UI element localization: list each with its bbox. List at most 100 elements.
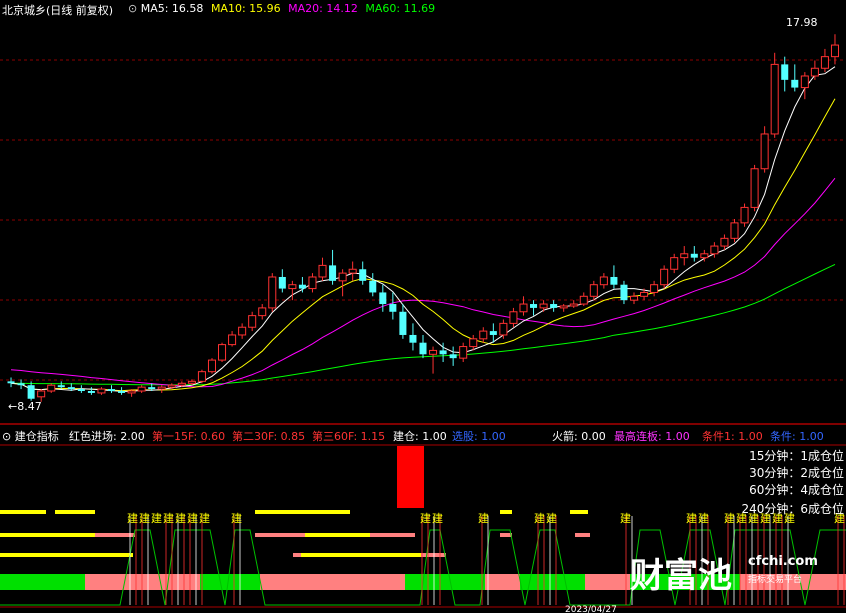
band-pink bbox=[260, 574, 405, 590]
candle bbox=[369, 273, 377, 297]
candle-body bbox=[127, 390, 136, 394]
candle-body bbox=[157, 386, 166, 390]
signal-bar bbox=[55, 510, 95, 514]
candle bbox=[87, 387, 95, 395]
candle bbox=[559, 304, 568, 312]
candle bbox=[720, 234, 729, 250]
candle-body bbox=[288, 284, 297, 290]
candle-body bbox=[298, 284, 306, 289]
candle bbox=[268, 273, 277, 312]
signal-label: 建 bbox=[686, 511, 697, 525]
legend-icon[interactable]: ⊙ bbox=[128, 2, 137, 15]
candle-body bbox=[569, 303, 578, 307]
signal-label: 建 bbox=[620, 511, 631, 525]
candle bbox=[459, 342, 468, 363]
candle bbox=[7, 377, 15, 388]
candle bbox=[820, 48, 829, 73]
candle-body bbox=[479, 330, 488, 340]
candle bbox=[740, 203, 749, 227]
indicator-value-2: 第二30F: 0.85 bbox=[232, 430, 306, 443]
candlesticks bbox=[7, 34, 839, 402]
price-high-label: 17.98 bbox=[786, 16, 818, 29]
candle-body bbox=[680, 253, 689, 259]
candle bbox=[429, 346, 438, 374]
signal-bar bbox=[421, 553, 446, 557]
candle-body bbox=[720, 237, 729, 247]
signal-bar bbox=[0, 533, 95, 537]
indicator-value-5: 选股: 1.00 bbox=[452, 430, 506, 443]
signal-bar bbox=[0, 510, 46, 514]
stock-chart: 建建建建建建建建建建建建建建建建建建建建建建建 2023/04/27 bbox=[0, 34, 846, 613]
candle-body bbox=[409, 334, 417, 343]
candle-body bbox=[781, 64, 789, 80]
signal-markers bbox=[129, 516, 845, 605]
signal-bar bbox=[95, 533, 135, 537]
signal-bar bbox=[293, 553, 301, 557]
indicator-value-0: 红色进场: 2.00 bbox=[69, 430, 145, 443]
candle-body bbox=[419, 342, 427, 355]
candle-body bbox=[379, 292, 387, 305]
indicator-name: 建仓指标 bbox=[14, 430, 59, 443]
band-pink bbox=[85, 574, 200, 590]
candle-body bbox=[228, 334, 237, 346]
candle-body bbox=[519, 303, 528, 313]
signal-bar bbox=[0, 553, 133, 557]
candle-body bbox=[489, 331, 497, 335]
candle-body bbox=[238, 326, 247, 336]
signal-label: 建 bbox=[231, 511, 242, 525]
candle-body bbox=[7, 381, 15, 384]
candle bbox=[207, 358, 217, 374]
candle bbox=[97, 387, 106, 395]
candle bbox=[419, 334, 427, 359]
candle bbox=[629, 292, 639, 305]
indicator-value-8: 条件1: 1.00 bbox=[702, 430, 763, 443]
candle-body bbox=[610, 276, 618, 285]
legend-ma60: MA60: 11.69 bbox=[365, 2, 436, 15]
candle bbox=[399, 304, 407, 339]
candle bbox=[670, 253, 679, 274]
indicator-icon[interactable]: ⊙ bbox=[2, 430, 11, 443]
watermark-logo: 财富池 bbox=[630, 556, 732, 596]
signal-bar bbox=[575, 533, 590, 537]
candle-body bbox=[660, 268, 669, 286]
position-label-30m: 30分钟：2成仓位 bbox=[749, 466, 844, 480]
candle-body bbox=[118, 391, 126, 393]
candle-body bbox=[167, 384, 176, 388]
candle-body bbox=[670, 257, 679, 270]
signal-labels: 建建建建建建建建建建建建建建建建建建建建建建建 bbox=[127, 511, 845, 525]
candle bbox=[569, 300, 578, 308]
candle-body bbox=[37, 390, 46, 398]
candle bbox=[228, 331, 237, 347]
candle bbox=[539, 300, 548, 312]
candle bbox=[509, 307, 518, 328]
candle bbox=[409, 323, 417, 351]
position-label-15m: 15分钟：1成仓位 bbox=[749, 449, 844, 463]
candle-body bbox=[399, 311, 407, 335]
candle bbox=[599, 273, 608, 289]
candle-body bbox=[539, 303, 548, 309]
candle-body bbox=[439, 350, 447, 355]
candle bbox=[690, 246, 698, 262]
candle-body bbox=[820, 56, 829, 69]
candle-body bbox=[530, 304, 538, 308]
signal-label: 建 bbox=[534, 511, 545, 525]
signal-label: 建 bbox=[724, 511, 735, 525]
candle bbox=[348, 261, 357, 281]
candle-body bbox=[730, 222, 739, 239]
candle-body bbox=[579, 295, 588, 305]
indicator-value-7: 最高连板: 1.00 bbox=[614, 430, 690, 443]
candle bbox=[479, 327, 488, 343]
candle-body bbox=[248, 315, 257, 328]
candle bbox=[770, 52, 779, 138]
signal-bar bbox=[370, 533, 415, 537]
legend-ma20: MA20: 14.12 bbox=[288, 2, 358, 15]
candle-body bbox=[218, 344, 227, 361]
candle-body bbox=[800, 75, 809, 89]
price-grid bbox=[0, 59, 846, 381]
candle bbox=[469, 334, 478, 351]
candle-body bbox=[258, 307, 267, 317]
candle bbox=[750, 164, 759, 212]
candle bbox=[258, 304, 267, 320]
candle-body bbox=[67, 387, 75, 390]
candle-body bbox=[207, 359, 217, 373]
